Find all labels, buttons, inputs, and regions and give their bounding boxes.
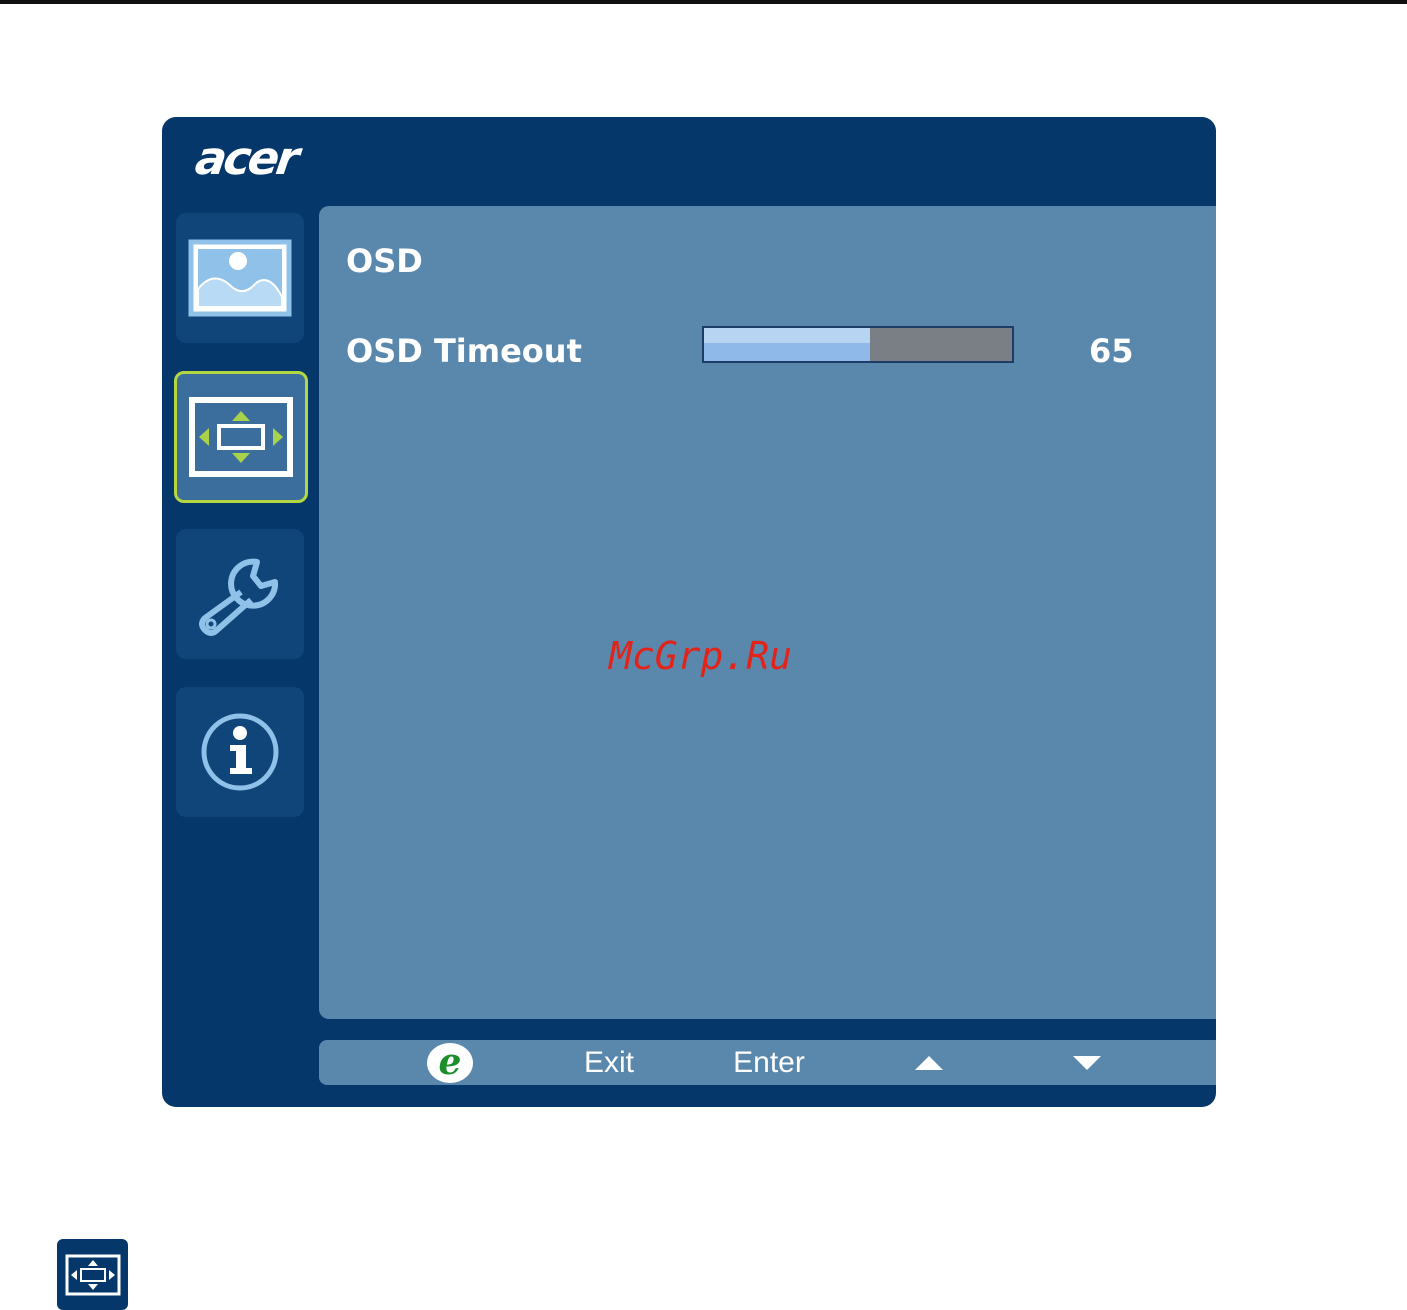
tab-information[interactable]: [176, 687, 304, 817]
up-button[interactable]: [904, 1040, 954, 1085]
triangle-down-icon: [1073, 1055, 1101, 1070]
e-mode-button[interactable]: e: [422, 1040, 478, 1085]
enter-button[interactable]: Enter: [724, 1040, 814, 1085]
info-icon: [201, 713, 279, 791]
tab-osd[interactable]: [174, 371, 308, 503]
down-button[interactable]: [1062, 1040, 1112, 1085]
e-logo-icon: e: [427, 1041, 473, 1083]
bottom-control-bar: e Exit Enter: [319, 1040, 1216, 1085]
exit-button[interactable]: Exit: [569, 1040, 649, 1085]
osd-position-icon: [189, 397, 293, 477]
osd-timeout-label[interactable]: OSD Timeout: [346, 332, 582, 370]
top-rule: [0, 0, 1407, 4]
triangle-up-icon: [915, 1055, 943, 1070]
brand-logo: acer: [192, 131, 300, 185]
osd-position-icon-small: [65, 1254, 120, 1295]
wrench-icon: [199, 558, 279, 636]
tab-picture[interactable]: [176, 213, 304, 343]
osd-timeout-slider-fill: [704, 328, 871, 361]
watermark: McGrp.Ru: [609, 634, 793, 678]
tab-settings[interactable]: [176, 529, 304, 659]
osd-timeout-slider[interactable]: [702, 326, 1014, 363]
osd-window: acer OSD OSD Timeout 65 McGrp.Ru e Exit …: [162, 117, 1216, 1107]
content-panel: OSD OSD Timeout 65 McGrp.Ru: [319, 206, 1216, 1019]
picture-icon: [188, 239, 292, 317]
panel-title: OSD: [346, 242, 423, 280]
osd-timeout-value: 65: [1089, 332, 1134, 370]
svg-text:e: e: [439, 1041, 462, 1083]
osd-footnote-icon: [57, 1239, 128, 1310]
